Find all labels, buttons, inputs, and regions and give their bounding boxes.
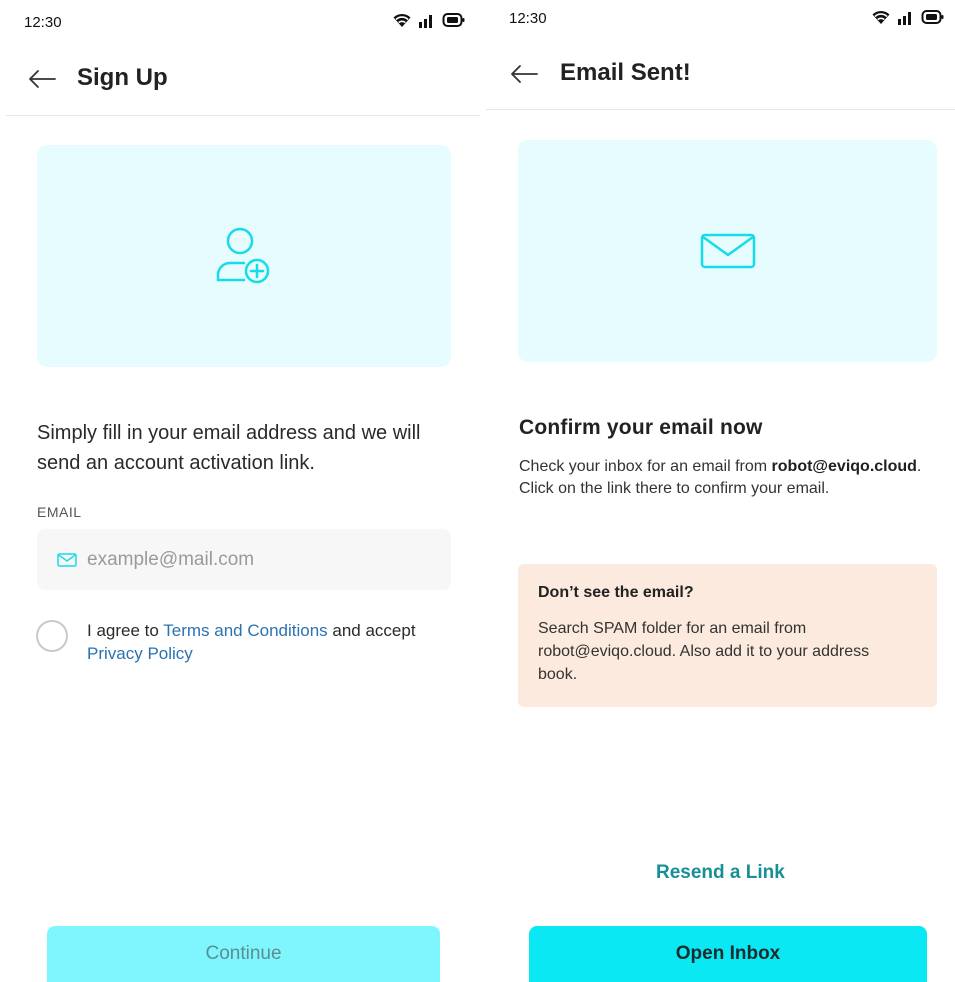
intro-text: Simply fill in your email address and we… (37, 422, 421, 474)
agree-prefix: I agree to (87, 621, 164, 640)
page-title: Email Sent! (560, 59, 691, 86)
email-label: EMAIL (37, 504, 82, 520)
signal-icon (419, 15, 432, 28)
email-sent-screen: 12:30 Email Sent! Confirm your email now… (482, 0, 955, 982)
app-bar: Email Sent! (482, 55, 955, 95)
hero-illustration (518, 140, 937, 362)
email-field[interactable] (37, 529, 451, 590)
battery-icon (921, 10, 944, 24)
notice-title: Don’t see the email? (538, 584, 694, 601)
confirm-heading: Confirm your email now (519, 416, 763, 439)
notice-text: Search SPAM folder for an email from rob… (538, 620, 870, 683)
email-input[interactable] (87, 548, 407, 571)
spam-notice: Don’t see the email? Search SPAM folder … (518, 564, 937, 707)
battery-icon (442, 13, 465, 27)
user-add-icon (216, 227, 270, 284)
app-bar: Sign Up (0, 60, 480, 100)
agree-checkbox[interactable] (36, 620, 68, 652)
status-bar: 12:30 (0, 0, 480, 44)
signup-screen: 12:30 Sign Up Simply fill in your email … (0, 0, 480, 982)
envelope-icon (700, 233, 755, 269)
open-inbox-button[interactable]: Open Inbox (529, 926, 927, 982)
wifi-icon (872, 10, 890, 24)
privacy-link[interactable]: Privacy Policy (87, 644, 193, 663)
header-divider (486, 109, 955, 110)
arrow-left-icon[interactable] (28, 69, 56, 89)
continue-label: Continue (205, 943, 282, 964)
agree-middle: and accept (327, 621, 416, 640)
sender-email: robot@eviqo.cloud (771, 458, 917, 475)
signal-icon (898, 12, 911, 25)
page-title: Sign Up (77, 64, 168, 91)
resend-link[interactable]: Resend a Link (656, 862, 785, 884)
open-inbox-label: Open Inbox (675, 943, 781, 964)
hero-illustration (37, 145, 451, 367)
terms-link[interactable]: Terms and Conditions (163, 621, 327, 640)
message-prefix: Check your inbox for an email from (519, 458, 772, 475)
status-bar: 12:30 (482, 0, 955, 44)
confirm-message: Check your inbox for an email from robot… (519, 456, 929, 500)
mail-icon (57, 552, 77, 567)
wifi-icon (393, 13, 411, 27)
header-divider (6, 115, 480, 116)
continue-button[interactable]: Continue (47, 926, 440, 982)
agree-text: I agree to Terms and Conditions and acce… (87, 619, 427, 665)
arrow-left-icon[interactable] (510, 64, 538, 84)
status-time: 12:30 (509, 10, 547, 27)
status-time: 12:30 (24, 14, 62, 31)
